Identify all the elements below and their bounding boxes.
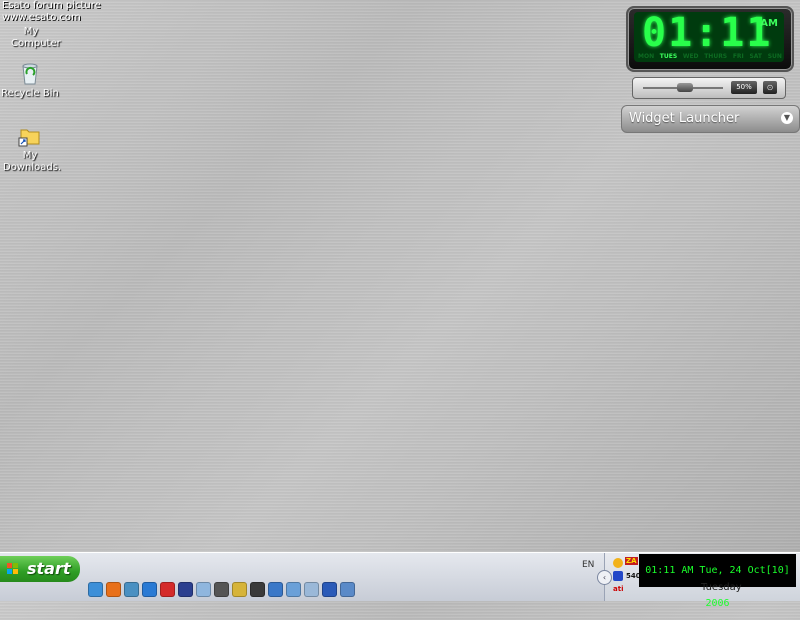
chevron-down-icon[interactable]: ▼	[781, 112, 793, 124]
widget-launcher-label: Widget Launcher	[629, 111, 740, 126]
zonealarm-icon[interactable]: ZA	[625, 557, 638, 565]
msn-tray-icon[interactable]	[613, 558, 623, 568]
word-icon[interactable]	[322, 582, 337, 597]
day-tues: TUES	[659, 53, 678, 60]
quick-launch	[88, 582, 355, 597]
desktop-icon-label: My Computer	[11, 26, 61, 49]
desktop-icon-my-computer[interactable]: My Computer	[1, 26, 61, 50]
clock-screen: 01:11 AM MON TUES WED THURS FRI SAT SUN	[634, 12, 784, 62]
media-player-icon[interactable]	[178, 582, 193, 597]
folder-shortcut-icon	[17, 124, 43, 148]
firefox-icon[interactable]	[106, 582, 121, 597]
desktop-icon-label: Recycle Bin	[1, 88, 59, 99]
winamp-icon[interactable]	[232, 582, 247, 597]
desktop-icon-recycle-bin[interactable]: Recycle Bin	[0, 62, 60, 100]
notepad-icon[interactable]	[286, 582, 301, 597]
widget-launcher[interactable]: Widget Launcher ▼	[621, 105, 800, 133]
start-label: start	[27, 559, 71, 578]
volume-percent: 50%	[731, 81, 757, 94]
taskbar: start EN ‹ ZA 540 ati 01:11 AM Tue, 24 O…	[0, 552, 800, 609]
volume-slider-knob[interactable]	[677, 83, 693, 92]
clock-widget[interactable]: 01:11 AM MON TUES WED THURS FRI SAT SUN	[626, 6, 794, 72]
day-thurs: THURS	[704, 53, 728, 60]
volume-widget: 50% ⊙	[632, 77, 786, 99]
day-sun: SUN	[767, 53, 782, 60]
network-icon[interactable]	[124, 582, 139, 597]
app2-icon[interactable]	[340, 582, 355, 597]
itunes-icon[interactable]	[196, 582, 211, 597]
tray-day: Tuesday	[701, 582, 742, 593]
windows-logo-icon	[7, 563, 19, 575]
clock-time: 01:11	[642, 12, 773, 56]
ati-icon[interactable]: ati	[613, 585, 623, 593]
messenger-icon[interactable]	[268, 582, 283, 597]
watermark-line2: www.esato.com	[2, 12, 81, 23]
app-icon[interactable]	[250, 582, 265, 597]
day-mon: MON	[638, 53, 655, 60]
volume-settings-icon[interactable]: ⊙	[763, 81, 777, 94]
tray-expand-icon[interactable]: ‹	[597, 570, 612, 585]
desktop-icon-label: My Downloads.	[3, 150, 62, 173]
day-fri: FRI	[732, 53, 744, 60]
shield-icon[interactable]	[613, 571, 623, 581]
recycle-bin-icon	[17, 62, 43, 86]
document-icon[interactable]	[304, 582, 319, 597]
watermark: Esato forum picture www.esato.com	[2, 0, 101, 24]
internet-explorer-icon[interactable]	[142, 582, 157, 597]
msn-icon[interactable]	[88, 582, 103, 597]
clock-ampm: AM	[760, 18, 778, 29]
opera-icon[interactable]	[160, 582, 175, 597]
start-button[interactable]: start	[0, 556, 80, 582]
sms-icon[interactable]	[214, 582, 229, 597]
clock-days: MON TUES WED THURS FRI SAT SUN	[638, 53, 782, 60]
language-indicator[interactable]: EN	[582, 560, 594, 570]
watermark-line1: Esato forum picture	[2, 0, 101, 11]
desktop-icon-my-downloads[interactable]: My Downloads.	[0, 124, 62, 174]
system-tray: ‹ ZA 540 ati 01:11 AM Tue, 24 Oct[10] 20…	[597, 553, 800, 609]
day-wed: WED	[682, 53, 699, 60]
day-sat: SAT	[749, 53, 763, 60]
